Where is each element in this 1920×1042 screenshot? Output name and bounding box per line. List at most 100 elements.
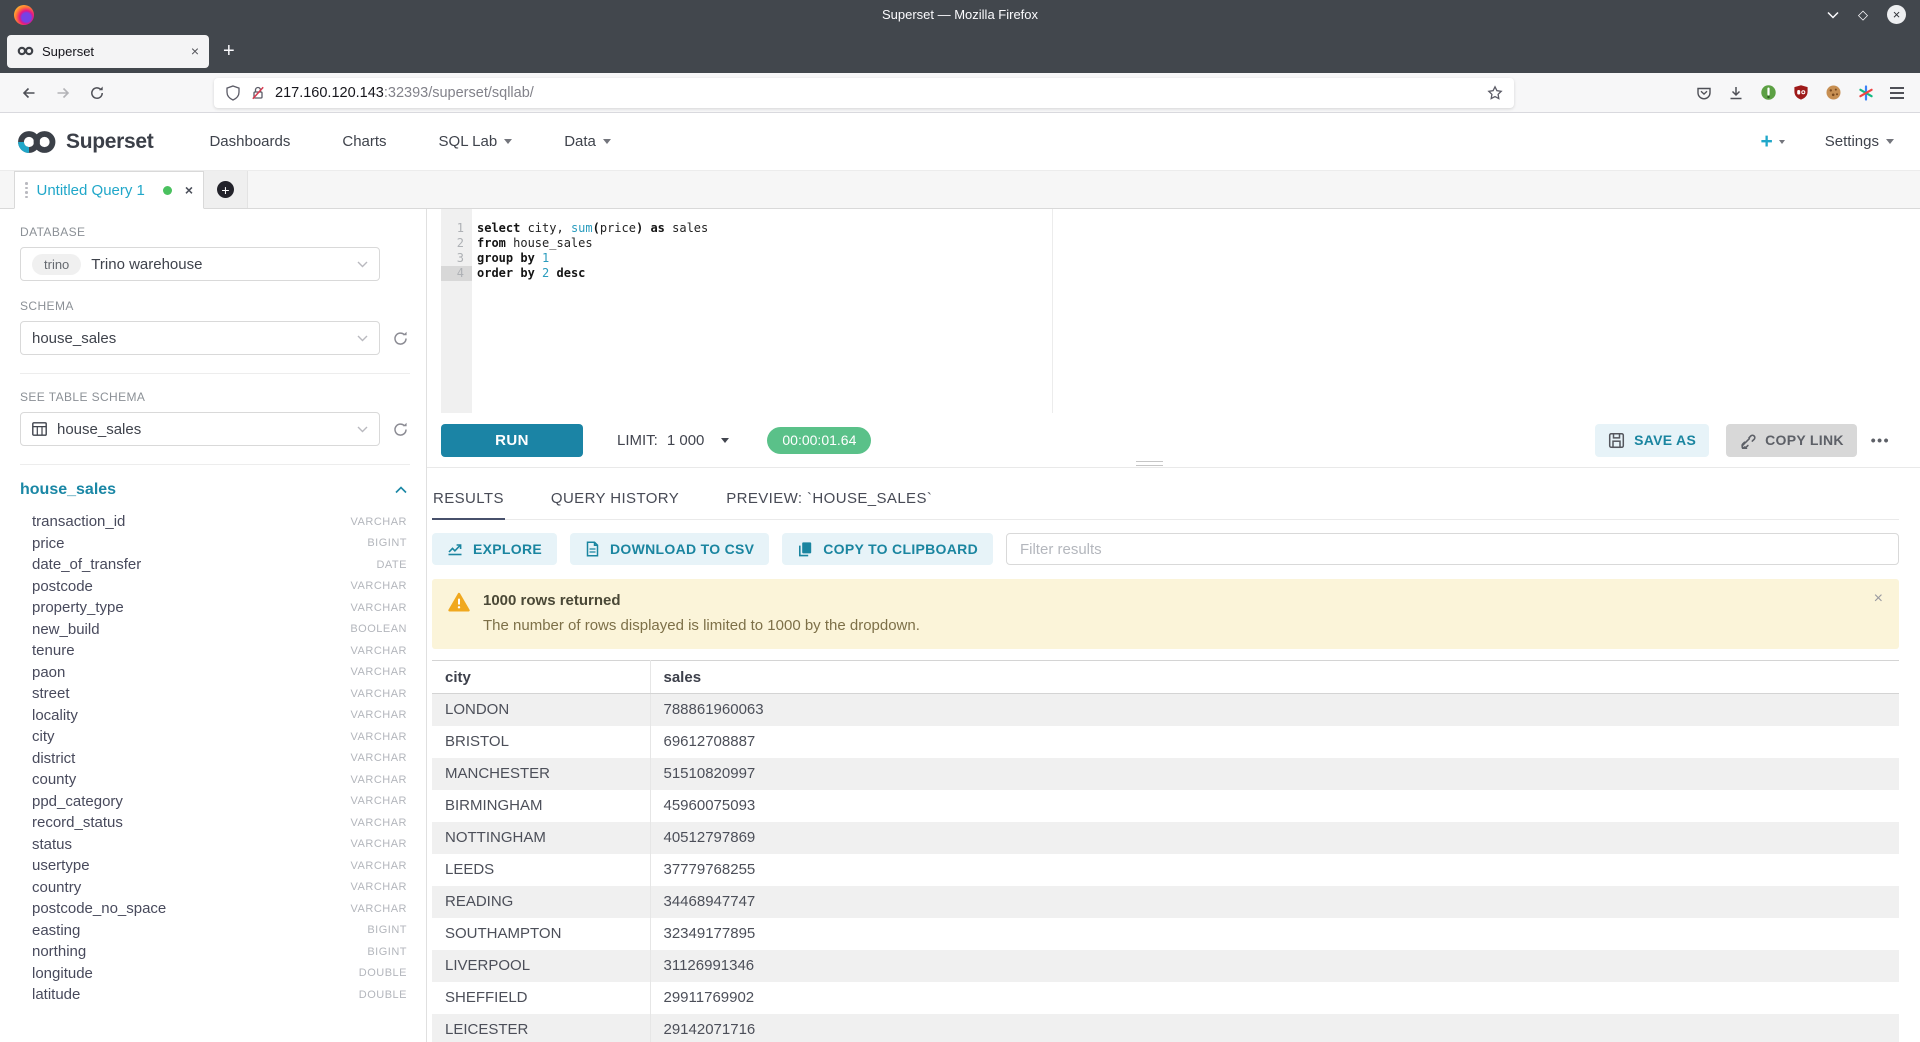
add-new-button[interactable]: +	[1761, 131, 1785, 152]
cookie-icon[interactable]	[1825, 84, 1842, 101]
column-row[interactable]: usertypeVARCHAR	[20, 855, 410, 877]
column-row[interactable]: ppd_categoryVARCHAR	[20, 791, 410, 813]
results-column-header[interactable]: city	[432, 661, 650, 694]
column-row[interactable]: countyVARCHAR	[20, 769, 410, 791]
table-cell: 788861960063	[650, 694, 1899, 726]
column-row[interactable]: postcodeVARCHAR	[20, 576, 410, 598]
database-value: Trino warehouse	[91, 256, 347, 273]
nav-item-data[interactable]: Data	[564, 133, 611, 150]
column-row[interactable]: date_of_transferDATE	[20, 554, 410, 576]
column-row[interactable]: northingBIGINT	[20, 941, 410, 963]
results-column-header[interactable]: sales	[650, 661, 1899, 694]
column-type: VARCHAR	[351, 688, 407, 700]
column-name: record_status	[32, 814, 123, 831]
bookmark-star-icon[interactable]	[1487, 85, 1503, 101]
save-as-button[interactable]: SAVE AS	[1595, 424, 1709, 457]
column-name: postcode_no_space	[32, 900, 166, 917]
window-minimize-icon[interactable]	[1827, 11, 1839, 19]
column-type: VARCHAR	[351, 838, 407, 850]
database-select[interactable]: trino Trino warehouse	[20, 247, 380, 281]
results-panel: RESULTS QUERY HISTORY PREVIEW: `HOUSE_SA…	[427, 475, 1920, 1042]
tab-query-history[interactable]: QUERY HISTORY	[550, 475, 680, 519]
query-tab-title: Untitled Query 1	[37, 182, 154, 199]
query-tab[interactable]: Untitled Query 1 ×	[14, 171, 204, 209]
schema-select[interactable]: house_sales	[20, 321, 380, 355]
column-row[interactable]: cityVARCHAR	[20, 726, 410, 748]
chevron-down-icon	[357, 335, 368, 342]
copy-link-button[interactable]: COPY LINK	[1726, 424, 1857, 457]
download-icon[interactable]	[1728, 85, 1744, 101]
nav-item-charts[interactable]: Charts	[342, 133, 386, 150]
refresh-tables-icon[interactable]	[390, 421, 410, 438]
tab-results[interactable]: RESULTS	[432, 475, 505, 520]
column-row[interactable]: postcode_no_spaceVARCHAR	[20, 898, 410, 920]
column-name: postcode	[32, 578, 93, 595]
filter-results-input[interactable]	[1006, 533, 1899, 565]
url-bar[interactable]: 217.160.120.143:32393/superset/sqllab/	[214, 78, 1514, 108]
menu-icon[interactable]	[1890, 87, 1904, 99]
ublock-icon[interactable]	[1793, 84, 1809, 101]
forward-icon[interactable]	[46, 78, 80, 108]
column-row[interactable]: record_statusVARCHAR	[20, 812, 410, 834]
print-margin	[1052, 209, 1053, 413]
explore-button[interactable]: EXPLORE	[432, 533, 557, 565]
column-name: street	[32, 685, 70, 702]
column-row[interactable]: countryVARCHAR	[20, 877, 410, 899]
file-icon	[585, 541, 600, 557]
column-row[interactable]: transaction_idVARCHAR	[20, 511, 410, 533]
column-row[interactable]: street VARCHAR	[20, 683, 410, 705]
chevron-down-icon	[357, 261, 368, 268]
pane-splitter[interactable]	[427, 467, 1920, 475]
column-type: VARCHAR	[351, 795, 407, 807]
column-row[interactable]: localityVARCHAR	[20, 705, 410, 727]
add-query-tab-tile[interactable]: +	[204, 171, 248, 208]
column-row[interactable]: priceBIGINT	[20, 533, 410, 555]
table-cell: READING	[432, 886, 650, 918]
back-icon[interactable]	[12, 78, 46, 108]
alert-close-icon[interactable]: ×	[1874, 591, 1883, 607]
refresh-schemas-icon[interactable]	[390, 330, 410, 347]
superset-logo[interactable]: Superset	[16, 129, 153, 155]
privacy-badger-icon[interactable]	[1760, 84, 1777, 101]
column-row[interactable]: paonVARCHAR	[20, 662, 410, 684]
copy-clipboard-button[interactable]: COPY TO CLIPBOARD	[782, 533, 993, 565]
more-options-button[interactable]: •••	[1871, 432, 1890, 448]
brand-name: Superset	[66, 130, 153, 154]
reload-icon[interactable]	[80, 78, 114, 108]
lock-insecure-icon[interactable]	[250, 85, 266, 101]
column-row[interactable]: statusVARCHAR	[20, 834, 410, 856]
column-row[interactable]: districtVARCHAR	[20, 748, 410, 770]
browser-tab[interactable]: Superset ×	[7, 35, 209, 68]
drag-handle-icon[interactable]	[25, 182, 28, 198]
tab-preview[interactable]: PREVIEW: `HOUSE_SALES`	[725, 475, 933, 519]
column-row[interactable]: new_buildBOOLEAN	[20, 619, 410, 641]
column-row[interactable]: longitudeDOUBLE	[20, 963, 410, 985]
query-tab-close-icon[interactable]: ×	[185, 182, 193, 198]
table-cell: BIRMINGHAM	[432, 790, 650, 822]
containers-icon[interactable]	[1858, 85, 1874, 101]
table-select[interactable]: house_sales	[20, 412, 380, 446]
collapse-chevron-up-icon[interactable]	[395, 486, 407, 494]
code-line: order by 2 desc	[477, 266, 1920, 281]
run-button[interactable]: RUN	[441, 424, 583, 457]
sql-editor[interactable]: 1234 select city, sum(price) as salesfro…	[427, 209, 1920, 413]
new-tab-button[interactable]: +	[209, 41, 249, 61]
column-row[interactable]: tenureVARCHAR	[20, 640, 410, 662]
column-row[interactable]: property_typeVARCHAR	[20, 597, 410, 619]
nav-item-dashboards[interactable]: Dashboards	[209, 133, 290, 150]
limit-dropdown[interactable]: LIMIT: 1 000	[617, 432, 729, 449]
pocket-icon[interactable]	[1696, 85, 1712, 101]
download-csv-button[interactable]: DOWNLOAD TO CSV	[570, 533, 769, 565]
schema-label: SCHEMA	[20, 299, 410, 313]
splitter-handle-icon[interactable]	[1136, 461, 1163, 466]
nav-item-sql-lab[interactable]: SQL Lab	[439, 133, 513, 150]
shield-icon[interactable]	[225, 85, 241, 101]
settings-menu[interactable]: Settings	[1825, 133, 1894, 150]
window-close-icon[interactable]: ×	[1887, 5, 1906, 24]
column-row[interactable]: eastingBIGINT	[20, 920, 410, 942]
tab-close-icon[interactable]: ×	[191, 44, 199, 58]
window-maximize-icon[interactable]: ◇	[1858, 8, 1868, 21]
column-row[interactable]: latitudeDOUBLE	[20, 984, 410, 1006]
add-query-tab-icon[interactable]: +	[217, 181, 234, 198]
editor-code[interactable]: select city, sum(price) as salesfrom hou…	[472, 209, 1920, 413]
